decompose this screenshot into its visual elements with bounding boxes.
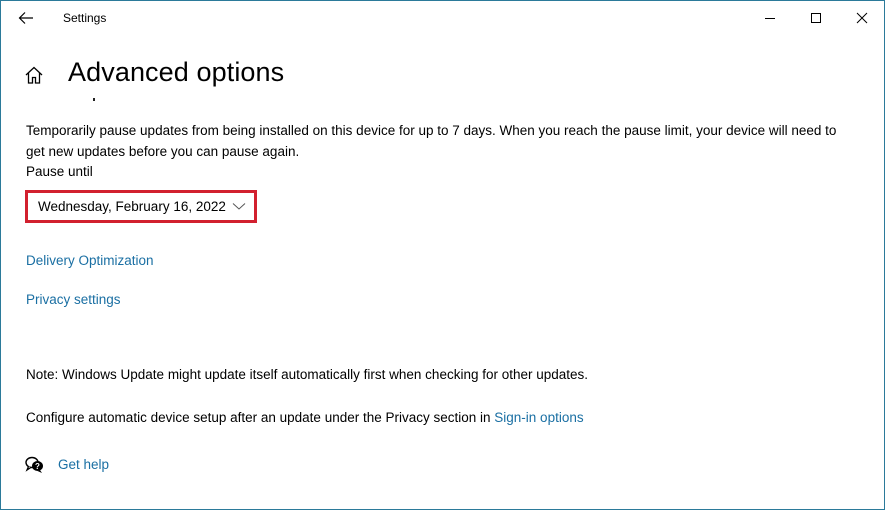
pause-until-label: Pause until [26,164,93,179]
home-button[interactable] [23,64,45,86]
privacy-settings-link[interactable]: Privacy settings [26,292,121,307]
configure-description: Configure automatic device setup after a… [26,410,495,425]
window-title: Settings [63,11,107,25]
sign-in-options-link[interactable]: Sign-in options [494,410,583,425]
home-icon [25,66,43,84]
chevron-down-icon [232,203,246,210]
minimize-button[interactable] [747,1,793,35]
maximize-icon [811,13,821,23]
selected-date: Wednesday, February 16, 2022 [38,199,226,214]
get-help-link[interactable]: Get help [58,457,109,472]
maximize-button[interactable] [793,1,839,35]
scroll-indicator [93,98,95,101]
close-icon [856,12,868,24]
page-title: Advanced options [68,57,285,87]
close-button[interactable] [839,1,885,35]
pause-description: Temporarily pause updates from being ins… [26,123,837,159]
pause-until-dropdown[interactable]: Wednesday, February 16, 2022 [25,190,257,223]
back-arrow-icon [18,12,33,24]
get-help-icon: ? [25,456,45,474]
title-bar: Settings [1,1,884,35]
back-button[interactable] [5,1,47,35]
minimize-icon [765,18,775,19]
settings-window: Settings Advanced options Temporarily pa… [0,0,885,510]
note-text: Note: Windows Update might update itself… [26,367,589,382]
configure-text: Configure automatic device setup after a… [26,410,584,425]
svg-text:?: ? [35,462,40,471]
delivery-optimization-link[interactable]: Delivery Optimization [26,253,154,268]
